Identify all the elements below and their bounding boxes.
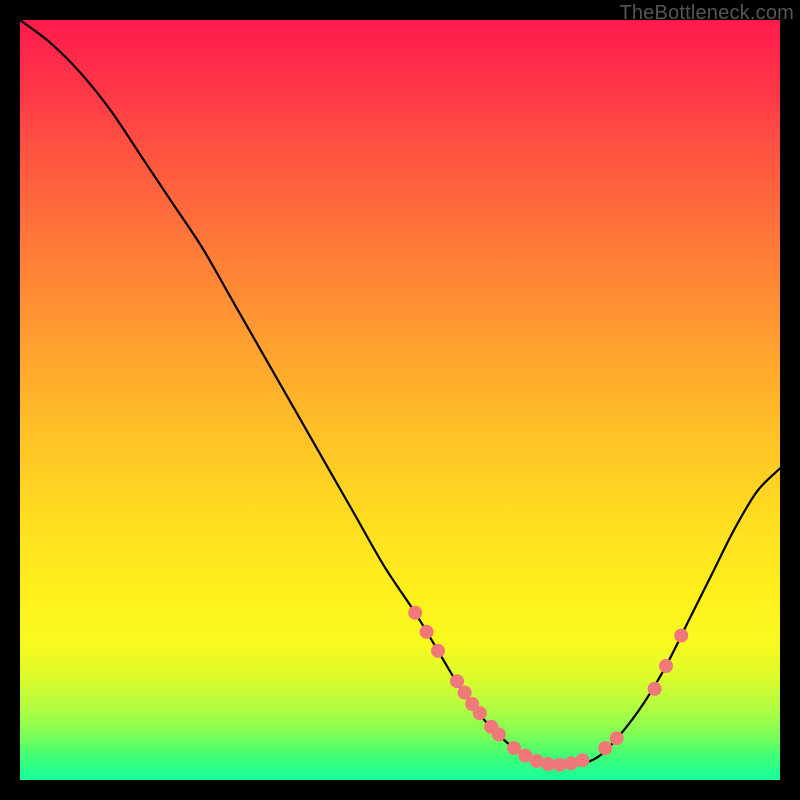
marker-point bbox=[610, 731, 624, 745]
watermark-text: TheBottleneck.com bbox=[619, 2, 794, 25]
marker-point bbox=[420, 625, 434, 639]
marker-point bbox=[507, 741, 521, 755]
marker-group bbox=[408, 606, 688, 772]
chart-frame bbox=[20, 20, 780, 780]
bottleneck-curve bbox=[20, 20, 780, 766]
marker-point bbox=[408, 606, 422, 620]
marker-point bbox=[659, 659, 673, 673]
marker-point bbox=[431, 644, 445, 658]
marker-point bbox=[492, 727, 506, 741]
plot-area bbox=[20, 20, 780, 780]
chart-svg bbox=[20, 20, 780, 780]
marker-point bbox=[598, 741, 612, 755]
marker-point bbox=[648, 682, 662, 696]
marker-point bbox=[575, 753, 589, 767]
marker-point bbox=[674, 629, 688, 643]
marker-point bbox=[473, 706, 487, 720]
marker-point bbox=[450, 674, 464, 688]
marker-point bbox=[458, 686, 472, 700]
